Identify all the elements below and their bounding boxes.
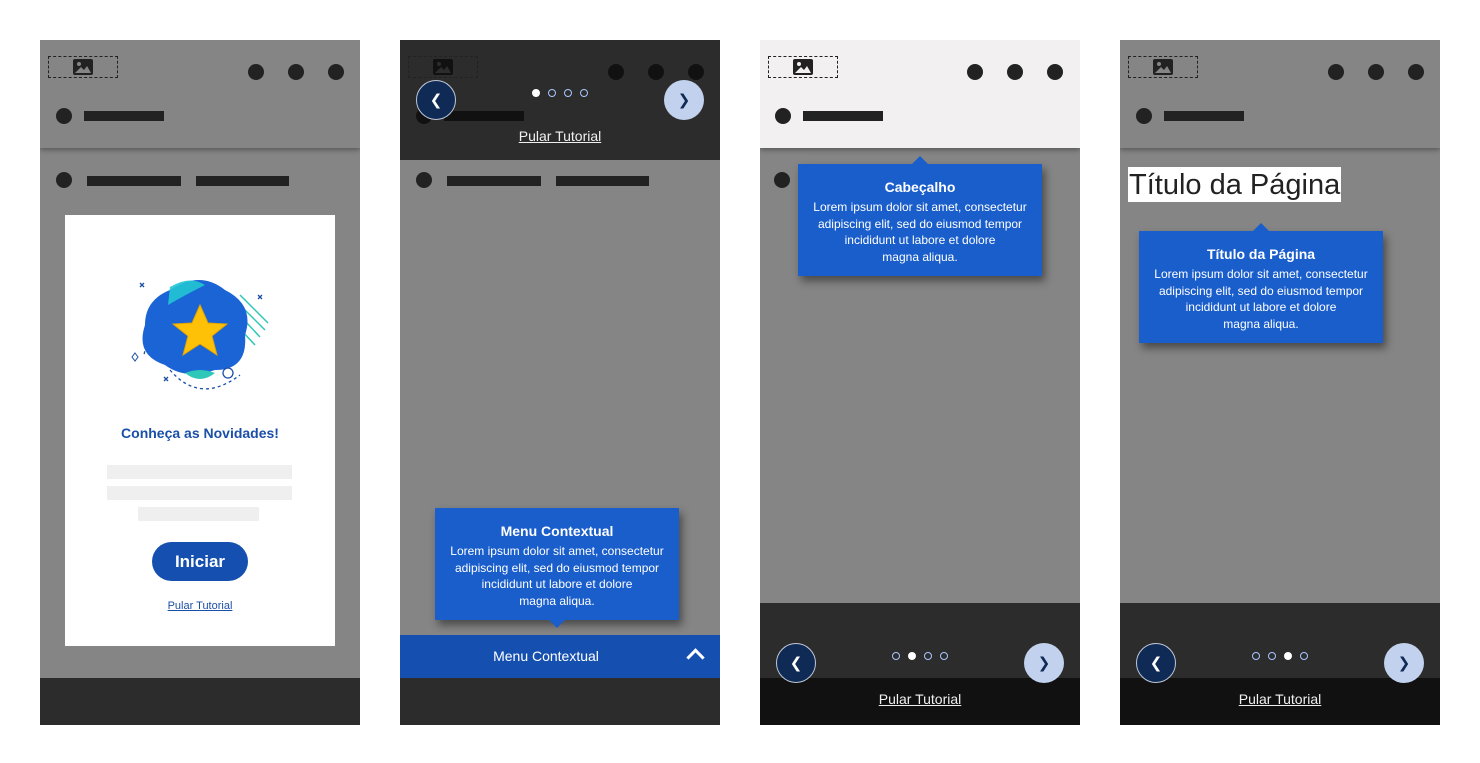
menu-icon[interactable] [56, 108, 72, 124]
header [1120, 40, 1440, 148]
next-step-button[interactable]: ❯ [1024, 643, 1064, 683]
previous-step-button[interactable]: ❮ [416, 80, 456, 120]
text-placeholder [138, 507, 259, 521]
tooltip-body: Lorem ipsum dolor sit amet, consectetur … [450, 544, 664, 608]
header-action-icon[interactable] [967, 64, 983, 80]
chevron-left-icon: ❮ [429, 92, 443, 109]
tooltip-title: Menu Contextual [500, 523, 614, 539]
header-action-icon[interactable] [608, 64, 624, 80]
breadcrumb-placeholder [196, 176, 289, 186]
breadcrumb-placeholder [556, 176, 649, 186]
tooltip-pointer [911, 156, 929, 165]
tooltip-body: Lorem ipsum dolor sit amet, consectetur … [813, 200, 1027, 264]
tooltip-title: Cabeçalho [884, 179, 956, 195]
footer [400, 678, 720, 725]
step-indicator[interactable] [924, 652, 932, 660]
menu-icon[interactable] [775, 108, 791, 124]
tooltip-page-title: Título da Página Lorem ipsum dolor sit a… [1139, 223, 1383, 343]
screen-step-1: ❮ ❯ Pular Tutorial Menu Contextual Lorem… [400, 40, 720, 725]
header-action-icon[interactable] [648, 64, 664, 80]
chevron-right-icon: ❯ [1397, 655, 1411, 672]
header-action-icon[interactable] [688, 64, 704, 80]
text-placeholder [107, 486, 292, 500]
header-action-icon[interactable] [1047, 64, 1063, 80]
context-menu-label: Menu Contextual [493, 648, 599, 664]
breadcrumb-icon [416, 172, 432, 188]
header-text-placeholder [803, 111, 883, 121]
step-indicator[interactable] [1300, 652, 1308, 660]
logo-placeholder [48, 56, 118, 78]
breadcrumb-icon [774, 172, 790, 188]
breadcrumb-placeholder [87, 176, 181, 186]
step-indicator-active[interactable] [908, 652, 916, 660]
breadcrumb-icon [56, 172, 72, 188]
image-icon [73, 59, 93, 75]
header-text-placeholder [1164, 111, 1244, 121]
header-text-placeholder [84, 111, 164, 121]
screen-welcome: Conheça as Novidades! Iniciar Pular Tuto… [40, 40, 360, 725]
header-action-icon[interactable] [1007, 64, 1023, 80]
step-indicator[interactable] [940, 652, 948, 660]
context-menu-bar[interactable]: Menu Contextual [400, 635, 720, 678]
step-indicator[interactable] [1268, 652, 1276, 660]
card-title: Conheça as Novidades! [121, 425, 279, 441]
previous-step-button[interactable]: ❮ [1136, 643, 1176, 683]
breadcrumb-placeholder [447, 176, 541, 186]
welcome-card: Conheça as Novidades! Iniciar Pular Tuto… [65, 215, 335, 646]
header-action-icon[interactable] [328, 64, 344, 80]
image-icon [433, 59, 453, 75]
text-placeholder [107, 465, 292, 479]
screen-step-2: Cabeçalho Lorem ipsum dolor sit amet, co… [760, 40, 1080, 725]
tooltip-title: Título da Página [1206, 246, 1316, 262]
next-step-button[interactable]: ❯ [664, 80, 704, 120]
logo-placeholder [408, 56, 478, 78]
tooltip-body: Lorem ipsum dolor sit amet, consectetur … [1154, 267, 1368, 331]
step-indicator-active[interactable] [1284, 652, 1292, 660]
header [760, 40, 1080, 148]
footer [40, 678, 360, 725]
tooltip-pointer [548, 619, 566, 628]
tooltip-pointer [1252, 223, 1270, 232]
tooltip-context-menu: Menu Contextual Lorem ipsum dolor sit am… [435, 508, 679, 628]
header-text-placeholder [444, 111, 524, 121]
header: ❮ ❯ Pular Tutorial [400, 40, 720, 160]
logo-placeholder [768, 56, 838, 78]
chevron-left-icon: ❮ [1149, 655, 1163, 672]
menu-icon[interactable] [1136, 108, 1152, 124]
tooltip-header: Cabeçalho Lorem ipsum dolor sit amet, co… [798, 156, 1042, 276]
start-button[interactable]: Iniciar [152, 542, 248, 581]
image-icon [793, 59, 813, 75]
next-step-button[interactable]: ❯ [1384, 643, 1424, 683]
chevron-right-icon: ❯ [1037, 655, 1051, 672]
header-action-icon[interactable] [1368, 64, 1384, 80]
step-indicator[interactable] [1252, 652, 1260, 660]
step-indicator[interactable] [548, 89, 556, 97]
skip-tutorial-link[interactable]: Pular Tutorial [760, 691, 1080, 707]
page-title: Título da Página [1128, 167, 1342, 202]
star-illustration-icon [131, 280, 269, 390]
chevron-left-icon: ❮ [789, 655, 803, 672]
logo-placeholder [1128, 56, 1198, 78]
skip-tutorial-link[interactable]: Pular Tutorial [1120, 691, 1440, 707]
skip-tutorial-link[interactable]: Pular Tutorial [65, 600, 335, 612]
step-indicator[interactable] [564, 89, 572, 97]
screen-step-3: Título da Página Título da Página Lorem … [1120, 40, 1440, 725]
step-indicator-active[interactable] [532, 89, 540, 97]
header-action-icon[interactable] [1328, 64, 1344, 80]
header-action-icon[interactable] [288, 64, 304, 80]
step-indicator[interactable] [580, 89, 588, 97]
header [40, 40, 360, 148]
image-icon [1153, 59, 1173, 75]
previous-step-button[interactable]: ❮ [776, 643, 816, 683]
chevron-right-icon: ❯ [677, 92, 691, 109]
step-indicator[interactable] [892, 652, 900, 660]
header-action-icon[interactable] [1408, 64, 1424, 80]
skip-tutorial-link[interactable]: Pular Tutorial [400, 128, 720, 144]
header-action-icon[interactable] [248, 64, 264, 80]
